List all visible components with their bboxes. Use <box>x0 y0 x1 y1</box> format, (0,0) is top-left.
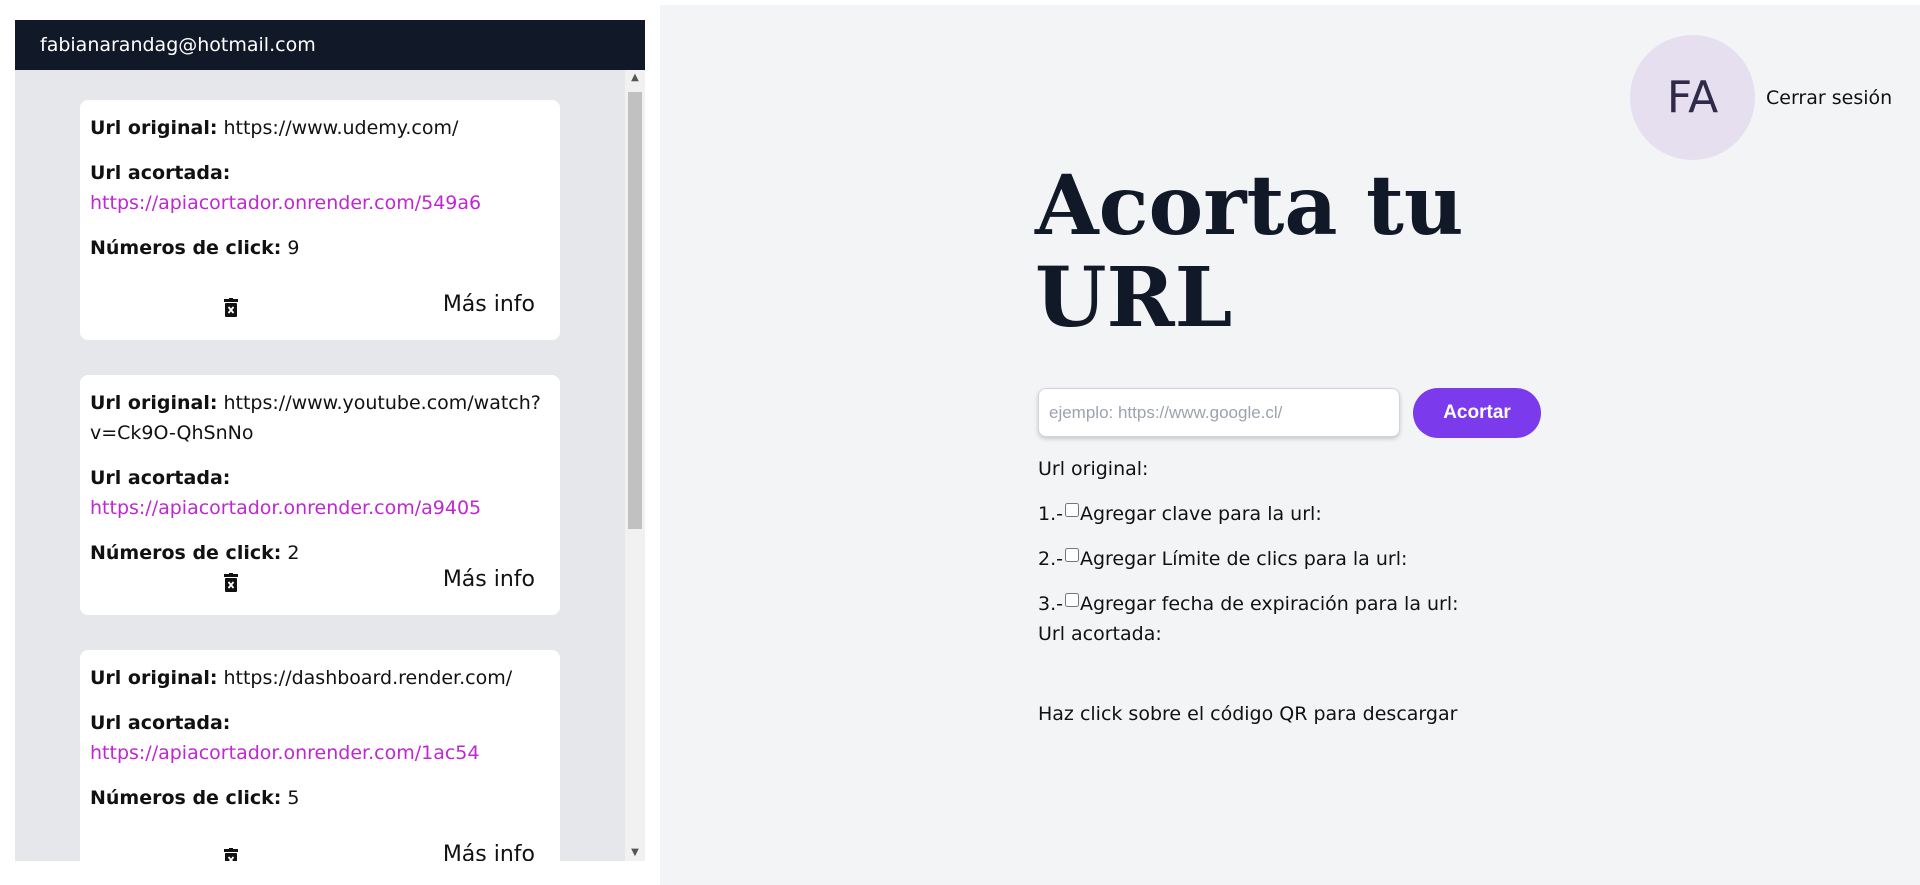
shortener-panel: FA Cerrar sesión Acorta tu URL Acortar U… <box>660 5 1920 885</box>
url-list-panel: fabianarandag@hotmail.com Url original: … <box>15 20 645 861</box>
password-checkbox[interactable] <box>1064 503 1079 517</box>
expiration-checkbox[interactable] <box>1064 593 1079 607</box>
short-url-output-label: Url acortada: <box>1038 623 1162 645</box>
more-info-button[interactable]: Más info <box>443 842 535 861</box>
arrow-down-icon[interactable]: ▼ <box>625 845 645 861</box>
logout-button[interactable]: Cerrar sesión <box>1766 87 1892 109</box>
url-card: Url original: https://www.youtube.com/wa… <box>80 375 560 615</box>
card-actions: Más info <box>80 292 560 322</box>
original-url-label: Url original: <box>90 667 218 689</box>
option-expiration: 3.- Agregar fecha de expiración para la u… <box>1038 593 1459 615</box>
original-url-label: Url original: <box>90 117 218 139</box>
scrollbar-thumb[interactable] <box>628 92 642 529</box>
list-scrollbar[interactable]: ▲ ▼ <box>625 70 645 861</box>
short-url-label: Url acortada: <box>90 712 231 734</box>
clicks-value: 5 <box>287 787 300 809</box>
short-url-row: Url acortada: https://apiacortador.onrend… <box>90 158 550 218</box>
original-url-row: Url original: https://www.udemy.com/ <box>90 113 550 143</box>
shorten-button[interactable]: Acortar <box>1413 388 1541 438</box>
short-url-link[interactable]: https://apiacortador.onrender.com/a9405 <box>90 493 550 523</box>
option-prefix: 3.- <box>1038 593 1063 615</box>
arrow-up-icon[interactable]: ▲ <box>625 70 645 86</box>
clicks-row: Números de click: 5 <box>90 783 550 813</box>
option-label: Agregar clave para la url: <box>1079 503 1322 525</box>
option-click-limit: 2.- Agregar Límite de clics para la url: <box>1038 548 1407 570</box>
option-label: Agregar fecha de expiración para la url: <box>1079 593 1459 615</box>
card-actions: Más info <box>80 567 560 597</box>
original-url-label: Url original: <box>90 392 218 414</box>
short-url-link[interactable]: https://apiacortador.onrender.com/549a6 <box>90 188 550 218</box>
option-prefix: 1.- <box>1038 503 1063 525</box>
url-card: Url original: https://www.udemy.com/ Url… <box>80 100 560 340</box>
option-prefix: 2.- <box>1038 548 1063 570</box>
clicks-row: Números de click: 9 <box>90 233 550 263</box>
title-line-2: URL <box>1035 250 1233 346</box>
more-info-button[interactable]: Más info <box>443 567 535 592</box>
clicks-value: 9 <box>287 237 300 259</box>
user-email-header: fabianarandag@hotmail.com <box>15 20 645 70</box>
original-url-value: https://www.udemy.com/ <box>223 117 459 139</box>
trash-icon[interactable] <box>222 848 240 861</box>
original-url-output-label: Url original: <box>1038 458 1149 480</box>
url-list[interactable]: Url original: https://www.udemy.com/ Url… <box>15 70 625 861</box>
trash-icon[interactable] <box>222 298 240 318</box>
original-url-value: https://dashboard.render.com/ <box>223 667 513 689</box>
clicks-label: Números de click: <box>90 787 282 809</box>
short-url-label: Url acortada: <box>90 467 231 489</box>
clicks-label: Números de click: <box>90 237 282 259</box>
original-url-row: Url original: https://www.youtube.com/wa… <box>90 388 550 448</box>
title-line-1: Acorta tu <box>1035 158 1464 254</box>
click-limit-checkbox[interactable] <box>1064 548 1079 562</box>
clicks-value: 2 <box>287 542 300 564</box>
short-url-row: Url acortada: https://apiacortador.onrend… <box>90 463 550 523</box>
short-url-link[interactable]: https://apiacortador.onrender.com/1ac54 <box>90 738 550 768</box>
original-url-row: Url original: https://dashboard.render.c… <box>90 663 550 693</box>
short-url-label: Url acortada: <box>90 162 231 184</box>
trash-icon[interactable] <box>222 573 240 593</box>
option-password: 1.- Agregar clave para la url: <box>1038 503 1322 525</box>
clicks-label: Números de click: <box>90 542 282 564</box>
option-label: Agregar Límite de clics para la url: <box>1079 548 1408 570</box>
user-email: fabianarandag@hotmail.com <box>40 34 316 56</box>
more-info-button[interactable]: Más info <box>443 292 535 317</box>
url-input[interactable] <box>1038 388 1400 437</box>
qr-hint: Haz click sobre el código QR para descar… <box>1038 703 1458 725</box>
page-title: Acorta tu URL <box>1035 160 1555 344</box>
avatar[interactable]: FA <box>1630 35 1755 160</box>
card-actions: Más info <box>80 842 560 861</box>
url-card: Url original: https://dashboard.render.c… <box>80 650 560 861</box>
short-url-row: Url acortada: https://apiacortador.onrend… <box>90 708 550 768</box>
clicks-row: Números de click: 2 <box>90 538 550 568</box>
